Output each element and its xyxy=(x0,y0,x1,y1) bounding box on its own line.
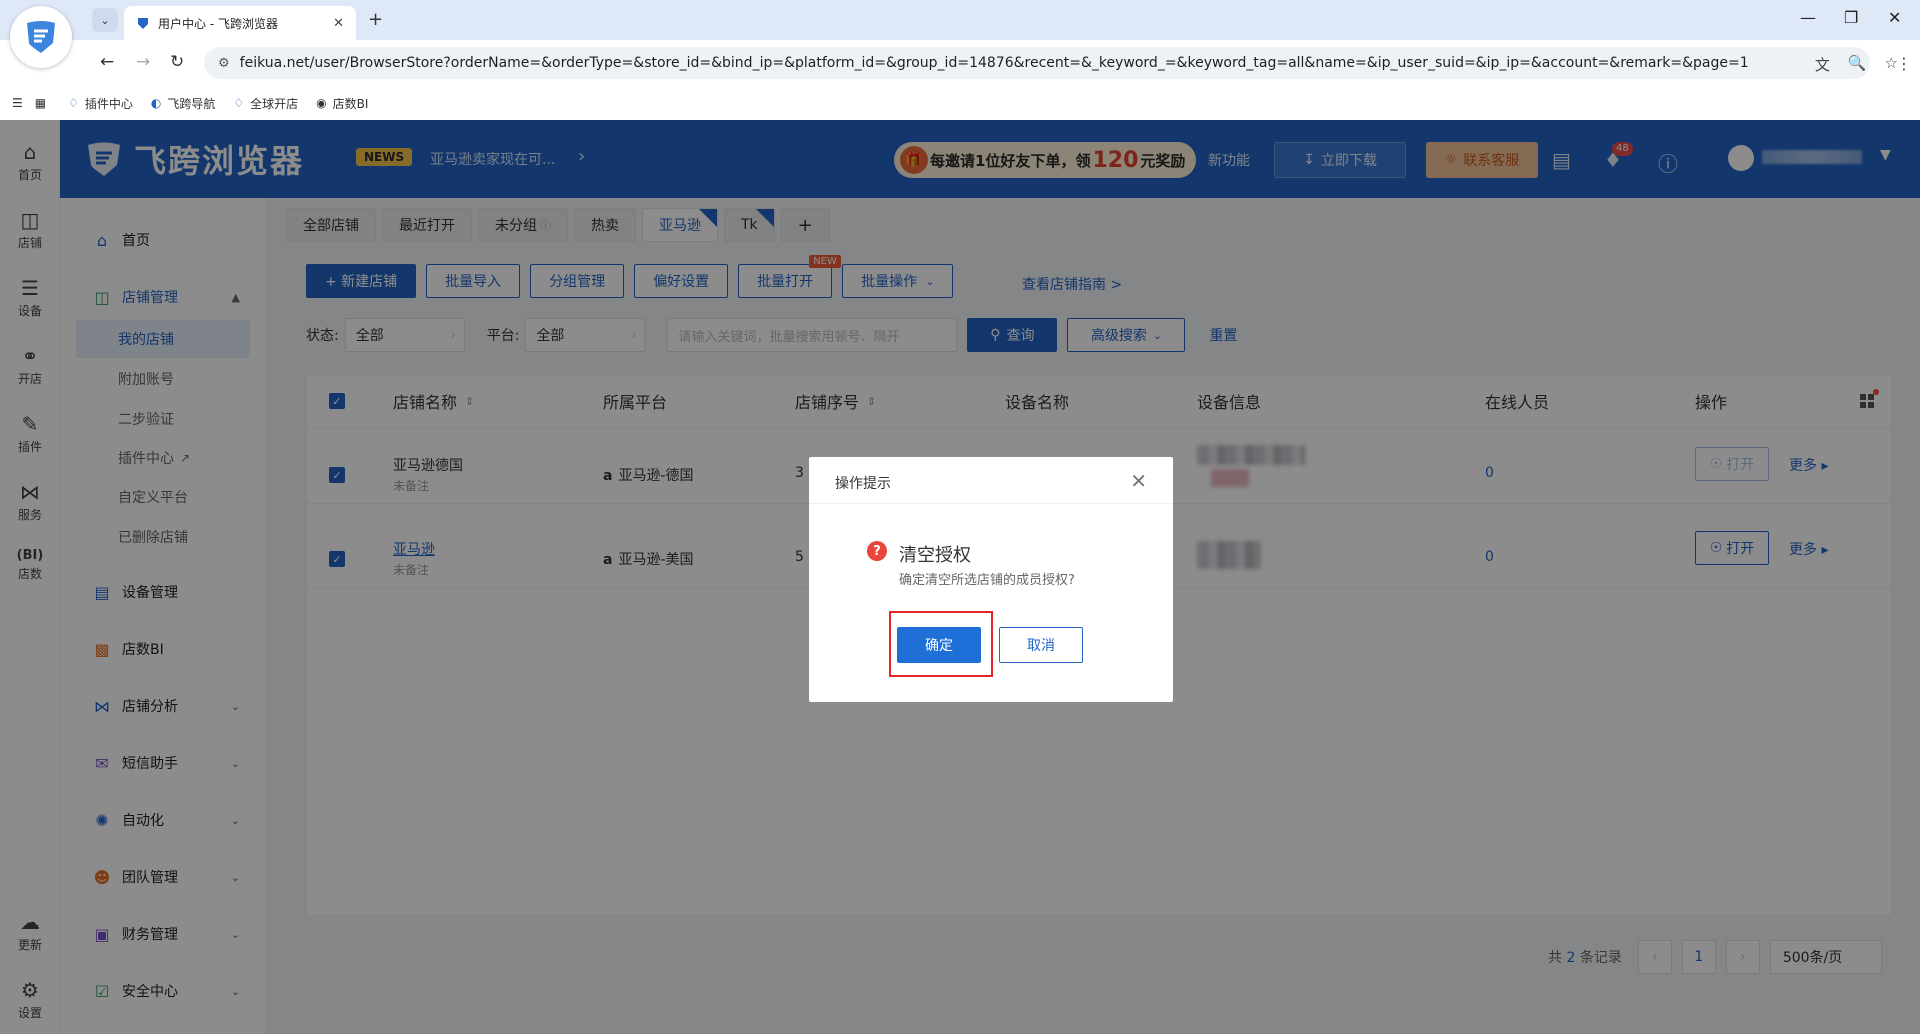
bookmarks-bar: ☰ ▦ ♢ 插件中心 ◐ 飞跨导航 ♢ 全球开店 ◉ 店数BI xyxy=(0,86,1920,120)
shield-icon: ♢ xyxy=(68,96,79,110)
shield-icon: ♢ xyxy=(233,96,245,110)
c-logo-icon: ◐ xyxy=(150,96,162,110)
forward-arrow-icon[interactable]: → xyxy=(136,52,150,72)
address-bar[interactable]: ⚙ feikua.net/user/BrowserStore?orderName… xyxy=(204,47,1870,79)
browser-tab-title: 用户中心 - 飞跨浏览器 xyxy=(158,16,278,31)
minimize-icon[interactable]: — xyxy=(1800,8,1816,27)
dialog-heading: 清空授权 xyxy=(899,545,971,566)
close-tab-icon[interactable]: ✕ xyxy=(333,16,344,31)
window-close-icon[interactable]: ✕ xyxy=(1888,8,1901,27)
bookmark-global[interactable]: ♢ 全球开店 xyxy=(233,95,298,112)
dialog-title: 操作提示 xyxy=(835,476,891,492)
site-info-icon[interactable]: ⚙ xyxy=(218,56,230,71)
cancel-button[interactable]: 取消 xyxy=(999,627,1083,663)
dialog-divider xyxy=(809,503,1173,504)
bookmark-nav[interactable]: ◐ 飞跨导航 xyxy=(151,95,216,112)
side-panel-icon[interactable]: ☰ xyxy=(12,96,23,110)
feikua-favicon-icon xyxy=(138,18,148,29)
url-text: feikua.net/user/BrowserStore?orderName=&… xyxy=(239,55,1749,71)
shield-logo-icon xyxy=(27,21,55,53)
confirm-dialog: 操作提示 ✕ ? 清空授权 确定清空所选店铺的成员授权? 确定 取消 xyxy=(809,457,1173,702)
question-icon: ? xyxy=(867,541,887,561)
reload-icon[interactable]: ↻ xyxy=(170,52,184,72)
browser-menu-icon[interactable]: ⋮ xyxy=(1896,54,1912,73)
translate-icon[interactable]: 文 xyxy=(1815,54,1830,75)
bookmark-bi[interactable]: ◉ 店数BI xyxy=(316,95,368,112)
restore-icon[interactable]: ❐ xyxy=(1844,8,1858,27)
browser-tab-active[interactable]: 用户中心 - 飞跨浏览器 ✕ xyxy=(124,6,356,40)
app-logo xyxy=(10,6,72,68)
bookmark-plugins[interactable]: ♢ 插件中心 xyxy=(68,95,133,112)
address-bar-actions: 文 🔍 ☆ xyxy=(1815,54,1898,75)
confirm-button[interactable]: 确定 xyxy=(897,627,981,663)
dialog-message: 确定清空所选店铺的成员授权? xyxy=(899,573,1075,588)
close-icon[interactable]: ✕ xyxy=(1130,469,1147,493)
new-tab-button[interactable]: + xyxy=(368,9,383,30)
globe-icon: ◉ xyxy=(316,96,327,110)
apps-grid-icon[interactable]: ▦ xyxy=(35,96,46,110)
chevron-down-icon: ⌄ xyxy=(100,13,110,27)
back-arrow-icon[interactable]: ← xyxy=(100,52,114,72)
browser-tab-strip: ⌄ 用户中心 - 飞跨浏览器 ✕ + — ❐ ✕ xyxy=(0,0,1920,40)
tab-search-button[interactable]: ⌄ xyxy=(92,8,118,32)
zoom-icon[interactable]: 🔍 xyxy=(1848,54,1867,75)
